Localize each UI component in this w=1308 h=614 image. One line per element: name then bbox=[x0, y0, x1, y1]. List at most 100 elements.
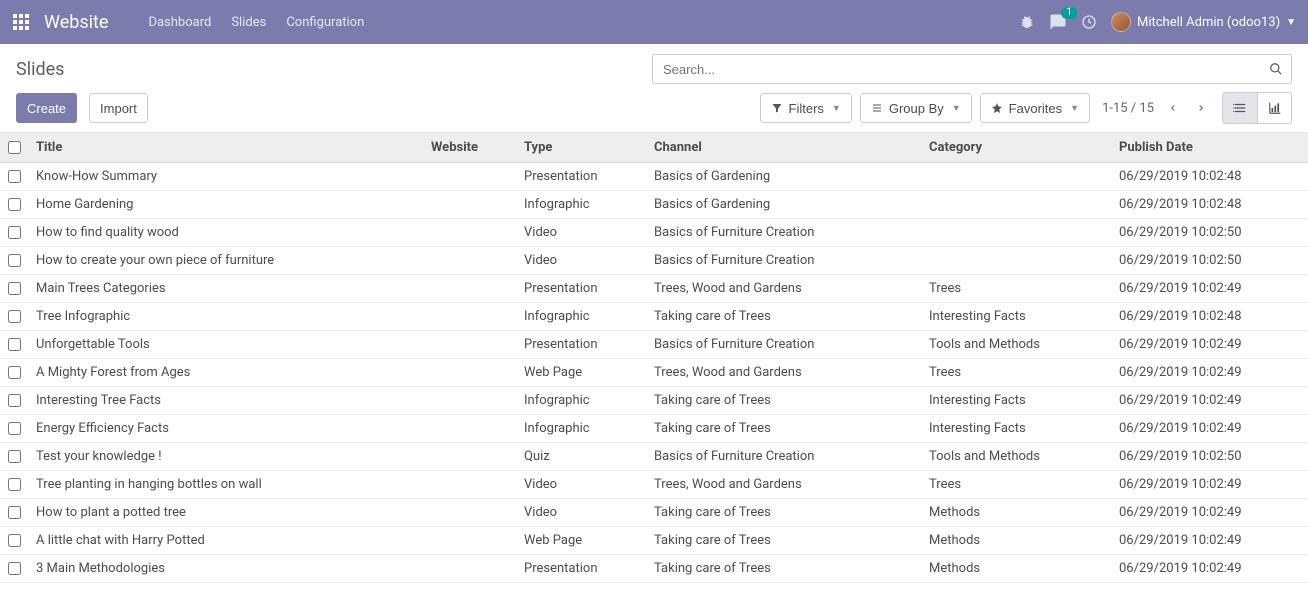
search-input[interactable] bbox=[653, 57, 1259, 82]
table-row[interactable]: Know-How SummaryPresentationBasics of Ga… bbox=[0, 163, 1308, 191]
row-checkbox-cell[interactable] bbox=[0, 387, 28, 415]
nav-slides[interactable]: Slides bbox=[231, 15, 266, 30]
row-checkbox[interactable] bbox=[8, 562, 21, 575]
select-all-header[interactable] bbox=[0, 133, 28, 163]
pager-next[interactable] bbox=[1192, 98, 1210, 118]
cell-type: Infographic bbox=[516, 303, 646, 331]
col-type[interactable]: Type bbox=[516, 133, 646, 163]
row-checkbox-cell[interactable] bbox=[0, 275, 28, 303]
pager-range[interactable]: 1-15 / 15 bbox=[1102, 101, 1154, 116]
messages-icon[interactable]: 1 bbox=[1049, 13, 1067, 31]
import-button[interactable]: Import bbox=[89, 93, 148, 123]
cell-type: Web Page bbox=[516, 359, 646, 387]
activities-icon[interactable] bbox=[1081, 14, 1097, 30]
row-checkbox-cell[interactable] bbox=[0, 331, 28, 359]
row-checkbox[interactable] bbox=[8, 506, 21, 519]
row-checkbox-cell[interactable] bbox=[0, 359, 28, 387]
row-checkbox-cell[interactable] bbox=[0, 499, 28, 527]
groupby-button[interactable]: Group By▼ bbox=[860, 93, 972, 123]
nav-configuration[interactable]: Configuration bbox=[286, 15, 364, 30]
table-row[interactable]: A little chat with Harry PottedWeb PageT… bbox=[0, 527, 1308, 555]
row-checkbox-cell[interactable] bbox=[0, 219, 28, 247]
row-checkbox[interactable] bbox=[8, 226, 21, 239]
row-checkbox-cell[interactable] bbox=[0, 555, 28, 583]
brand-name[interactable]: Website bbox=[44, 12, 108, 33]
filters-button[interactable]: Filters▼ bbox=[760, 93, 852, 123]
row-checkbox-cell[interactable] bbox=[0, 247, 28, 275]
chart-icon bbox=[1268, 101, 1282, 115]
cell-publish-date: 06/29/2019 10:02:49 bbox=[1111, 387, 1308, 415]
pager-prev[interactable] bbox=[1164, 98, 1182, 118]
row-checkbox[interactable] bbox=[8, 198, 21, 211]
favorites-label: Favorites bbox=[1009, 101, 1062, 116]
cell-website bbox=[423, 415, 516, 443]
table-row[interactable]: Energy Efficiency FactsInfographicTaking… bbox=[0, 415, 1308, 443]
table-row[interactable]: Test your knowledge ! QuizBasics of Furni… bbox=[0, 443, 1308, 471]
row-checkbox[interactable] bbox=[8, 394, 21, 407]
cell-website bbox=[423, 471, 516, 499]
nav-dashboard[interactable]: Dashboard bbox=[148, 15, 211, 30]
create-button[interactable]: Create bbox=[16, 93, 77, 123]
table-row[interactable]: Tree InfographicInfographicTaking care o… bbox=[0, 303, 1308, 331]
cell-publish-date: 06/29/2019 10:02:49 bbox=[1111, 331, 1308, 359]
row-checkbox[interactable] bbox=[8, 422, 21, 435]
row-checkbox[interactable] bbox=[8, 170, 21, 183]
row-checkbox-cell[interactable] bbox=[0, 163, 28, 191]
user-menu[interactable]: Mitchell Admin (odoo13) ▼ bbox=[1111, 12, 1296, 32]
cell-website bbox=[423, 527, 516, 555]
row-checkbox[interactable] bbox=[8, 310, 21, 323]
select-all-checkbox[interactable] bbox=[8, 141, 21, 154]
table-row[interactable]: A Mighty Forest from AgesWeb PageTrees, … bbox=[0, 359, 1308, 387]
cell-category: Methods bbox=[921, 499, 1111, 527]
table-row[interactable]: How to find quality woodVideoBasics of F… bbox=[0, 219, 1308, 247]
view-graph-button[interactable] bbox=[1257, 93, 1291, 123]
search-box[interactable] bbox=[652, 54, 1292, 84]
row-checkbox[interactable] bbox=[8, 534, 21, 547]
row-checkbox[interactable] bbox=[8, 478, 21, 491]
cell-title: Test your knowledge ! bbox=[28, 443, 423, 471]
cell-website bbox=[423, 387, 516, 415]
top-nav: Website Dashboard Slides Configuration 1… bbox=[0, 0, 1308, 44]
cell-channel: Basics of Gardening bbox=[646, 163, 921, 191]
table-row[interactable]: Main Trees CategoriesPresentationTrees, … bbox=[0, 275, 1308, 303]
debug-icon[interactable] bbox=[1019, 14, 1035, 30]
row-checkbox[interactable] bbox=[8, 366, 21, 379]
row-checkbox-cell[interactable] bbox=[0, 527, 28, 555]
col-category[interactable]: Category bbox=[921, 133, 1111, 163]
col-title[interactable]: Title bbox=[28, 133, 423, 163]
table-row[interactable]: Home GardeningInfographicBasics of Garde… bbox=[0, 191, 1308, 219]
col-publish-date[interactable]: Publish Date bbox=[1111, 133, 1308, 163]
row-checkbox-cell[interactable] bbox=[0, 415, 28, 443]
apps-icon[interactable] bbox=[12, 13, 30, 31]
cell-channel: Taking care of Trees bbox=[646, 499, 921, 527]
table-row[interactable]: Tree planting in hanging bottles on wall… bbox=[0, 471, 1308, 499]
row-checkbox-cell[interactable] bbox=[0, 191, 28, 219]
cell-channel: Basics of Furniture Creation bbox=[646, 443, 921, 471]
cell-category: Tools and Methods bbox=[921, 331, 1111, 359]
cell-type: Infographic bbox=[516, 191, 646, 219]
table-row[interactable]: How to plant a potted treeVideoTaking ca… bbox=[0, 499, 1308, 527]
row-checkbox-cell[interactable] bbox=[0, 443, 28, 471]
row-checkbox[interactable] bbox=[8, 338, 21, 351]
row-checkbox[interactable] bbox=[8, 450, 21, 463]
cell-category: Trees bbox=[921, 471, 1111, 499]
col-website[interactable]: Website bbox=[423, 133, 516, 163]
cell-publish-date: 06/29/2019 10:02:49 bbox=[1111, 555, 1308, 583]
slides-table: Title Website Type Channel Category Publ… bbox=[0, 133, 1308, 583]
table-row[interactable]: How to create your own piece of furnitur… bbox=[0, 247, 1308, 275]
favorites-button[interactable]: Favorites▼ bbox=[980, 93, 1090, 123]
search-icon[interactable] bbox=[1259, 55, 1291, 83]
cell-channel: Taking care of Trees bbox=[646, 415, 921, 443]
table-row[interactable]: Unforgettable ToolsPresentationBasics of… bbox=[0, 331, 1308, 359]
row-checkbox-cell[interactable] bbox=[0, 471, 28, 499]
systray: 1 Mitchell Admin (odoo13) ▼ bbox=[1019, 12, 1296, 32]
view-list-button[interactable] bbox=[1223, 93, 1257, 123]
row-checkbox[interactable] bbox=[8, 254, 21, 267]
row-checkbox-cell[interactable] bbox=[0, 303, 28, 331]
cell-publish-date: 06/29/2019 10:02:48 bbox=[1111, 303, 1308, 331]
cell-type: Quiz bbox=[516, 443, 646, 471]
table-row[interactable]: Interesting Tree FactsInfographicTaking … bbox=[0, 387, 1308, 415]
table-row[interactable]: 3 Main MethodologiesPresentationTaking c… bbox=[0, 555, 1308, 583]
row-checkbox[interactable] bbox=[8, 282, 21, 295]
col-channel[interactable]: Channel bbox=[646, 133, 921, 163]
